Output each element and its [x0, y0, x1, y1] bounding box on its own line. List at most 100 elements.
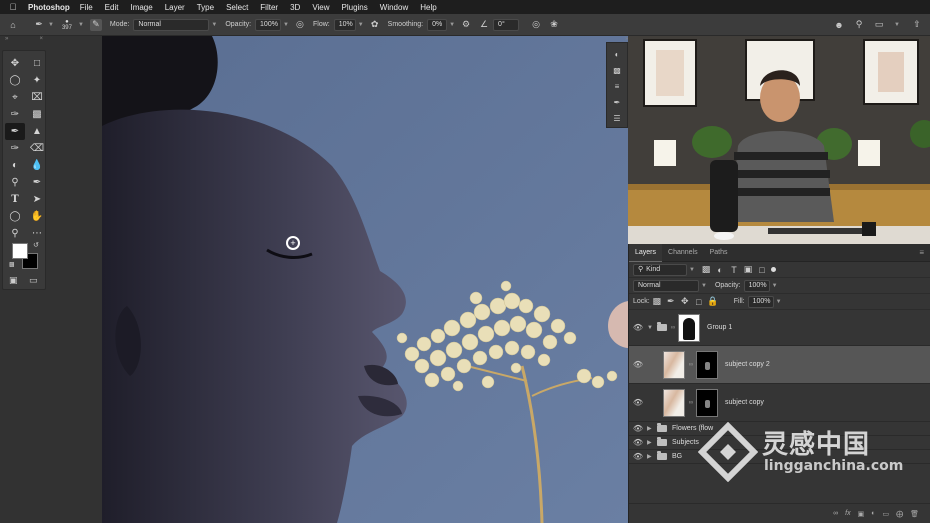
color-panel-icon[interactable]: ◐ — [610, 47, 624, 61]
menu-type[interactable]: Type — [197, 3, 214, 12]
menu-plugins[interactable]: Plugins — [342, 3, 368, 12]
layer-style-fx-icon[interactable]: fx — [845, 510, 850, 517]
close-toolbar-icon[interactable]: × — [39, 36, 43, 46]
blend-mode-select[interactable]: Normal — [633, 279, 699, 292]
visibility-eye-icon[interactable]: 👁 — [629, 360, 647, 369]
smoothing-input[interactable]: 0% — [427, 18, 448, 31]
expand-arrow-icon[interactable]: ▶ — [647, 453, 655, 460]
menu-edit[interactable]: Edit — [105, 3, 119, 12]
collapse-toolbar-icon[interactable]: » — [5, 36, 8, 46]
history-brush-tool-icon[interactable]: ✑ — [5, 140, 25, 157]
expand-arrow-icon[interactable]: ▶ — [647, 425, 655, 432]
menu-file[interactable]: File — [80, 3, 93, 12]
eraser-tool-icon[interactable]: ⌫ — [27, 140, 47, 157]
pen-tool-icon[interactable]: ✒ — [27, 174, 47, 191]
chevron-down-icon[interactable]: ▼ — [358, 22, 364, 28]
workspace-icon[interactable]: ▭ — [872, 18, 886, 32]
chevron-down-icon[interactable]: ▼ — [689, 267, 695, 273]
share-user-icon[interactable]: ☻ — [832, 18, 846, 32]
brush-angle-input[interactable]: 0° — [493, 18, 520, 31]
properties-panel-icon[interactable]: ≡ — [610, 79, 624, 93]
chevron-down-icon[interactable]: ▼ — [894, 22, 900, 28]
lock-all-icon[interactable]: 🔒 — [706, 295, 720, 309]
expand-arrow-icon[interactable]: ▼ — [647, 325, 655, 331]
airbrush-icon[interactable]: ✿ — [368, 18, 382, 32]
lock-position-icon[interactable]: ✥ — [678, 295, 692, 309]
chevron-down-icon[interactable]: ▼ — [283, 22, 289, 28]
edit-toolbar-icon[interactable]: ⋯ — [27, 225, 47, 242]
tab-channels[interactable]: Channels — [662, 244, 704, 262]
link-layers-icon[interactable]: ∞ — [833, 510, 838, 517]
smoothing-options-gear-icon[interactable]: ⚙ — [459, 18, 473, 32]
layer-row[interactable]: 👁 ▶ BG — [629, 450, 930, 464]
chevron-down-icon[interactable]: ▼ — [772, 283, 778, 289]
layer-row[interactable]: 👁 ▼ ∞ Group 1 — [629, 310, 930, 346]
delete-layer-icon[interactable]: 🗑 — [910, 510, 919, 518]
brush-tool-preset-icon[interactable]: ✒ — [32, 18, 46, 32]
menu-layer[interactable]: Layer — [165, 3, 185, 12]
new-layer-icon[interactable]: ⨁ — [896, 510, 903, 518]
document-canvas[interactable]: + — [102, 36, 628, 523]
quick-mask-icon[interactable]: ▣ — [9, 275, 18, 286]
filter-adjustment-icon[interactable]: ◐ — [713, 263, 727, 277]
menu-view[interactable]: View — [312, 3, 329, 12]
flow-input[interactable]: 10% — [333, 18, 356, 31]
magic-wand-tool-icon[interactable]: ✦ — [27, 72, 47, 89]
hand-tool-icon[interactable]: ✋ — [27, 208, 47, 225]
link-icon[interactable]: ∞ — [670, 325, 676, 331]
eyedropper-tool-icon[interactable]: ✑ — [5, 106, 25, 123]
layer-thumbnail[interactable] — [663, 350, 685, 379]
export-share-icon[interactable]: ⇧ — [910, 18, 924, 32]
menu-window[interactable]: Window — [380, 3, 408, 12]
panel-menu-icon[interactable]: ≡ — [919, 248, 924, 257]
fill-input[interactable]: 100% — [747, 295, 774, 308]
foreground-color-swatch[interactable] — [12, 243, 28, 259]
visibility-eye-icon[interactable]: 👁 — [629, 424, 647, 433]
filter-shape-icon[interactable]: ▣ — [741, 263, 755, 277]
group-mask-thumbnail[interactable] — [678, 313, 700, 342]
layer-row[interactable]: 👁 ▶ Subjects — [629, 436, 930, 450]
link-icon[interactable]: ∞ — [688, 362, 694, 368]
layer-row[interactable]: 👁 ▶ Flowers (flow — [629, 422, 930, 436]
filter-kind-select[interactable]: ⚲ Kind — [633, 263, 687, 276]
chevron-down-icon[interactable]: ▼ — [78, 22, 84, 28]
menu-3d[interactable]: 3D — [290, 3, 300, 12]
crop-tool-icon[interactable]: ⌖ — [5, 89, 25, 106]
filter-pixel-icon[interactable]: ▩ — [699, 263, 713, 277]
search-icon[interactable]: ⚲ — [852, 18, 866, 32]
visibility-eye-icon[interactable]: 👁 — [629, 452, 647, 461]
expand-arrow-icon[interactable]: ▶ — [647, 439, 655, 446]
frame-tool-icon[interactable]: ⌧ — [27, 89, 47, 106]
brush-settings-icon[interactable]: ✎ — [89, 18, 102, 31]
brush-size-picker[interactable]: ● 397 — [62, 19, 72, 31]
app-name-menu[interactable]: Photoshop — [28, 3, 70, 12]
menu-image[interactable]: Image — [130, 3, 152, 12]
zoom-tool-icon[interactable]: ⚲ — [5, 225, 25, 242]
pressure-opacity-icon[interactable]: ◎ — [293, 18, 307, 32]
visibility-eye-icon[interactable]: 👁 — [629, 323, 647, 332]
link-icon[interactable]: ∞ — [688, 400, 694, 406]
add-mask-icon[interactable]: ▣ — [858, 510, 865, 518]
lasso-tool-icon[interactable]: ◯ — [5, 72, 25, 89]
tab-layers[interactable]: Layers — [629, 243, 663, 262]
filter-type-icon[interactable]: T — [727, 263, 741, 277]
lock-transparent-icon[interactable]: ▩ — [650, 295, 664, 309]
layer-thumbnail[interactable] — [663, 388, 685, 417]
lock-artboard-icon[interactable]: □ — [692, 295, 706, 309]
layer-opacity-input[interactable]: 100% — [743, 279, 770, 292]
move-tool-icon[interactable]: ✥ — [5, 55, 25, 72]
new-group-icon[interactable]: ▭ — [882, 510, 889, 518]
chevron-down-icon[interactable]: ▼ — [701, 283, 707, 289]
lock-image-icon[interactable]: ✒ — [664, 295, 678, 309]
path-selection-tool-icon[interactable]: ➤ — [27, 191, 47, 208]
default-colors-icon[interactable]: ▩ — [9, 261, 15, 268]
adjustment-layer-icon[interactable]: ◐ — [871, 510, 875, 517]
layer-mask-thumbnail[interactable] — [696, 350, 718, 379]
screen-mode-icon[interactable]: ▭ — [29, 275, 38, 286]
brushes-panel-icon[interactable]: ✒ — [610, 95, 624, 109]
marquee-tool-icon[interactable]: □ — [27, 55, 47, 72]
chevron-down-icon[interactable]: ▼ — [48, 22, 54, 28]
layer-row[interactable]: 👁 ∞ subject copy — [629, 384, 930, 422]
chevron-down-icon[interactable]: ▼ — [449, 22, 455, 28]
filter-smart-object-icon[interactable]: □ — [755, 263, 769, 277]
